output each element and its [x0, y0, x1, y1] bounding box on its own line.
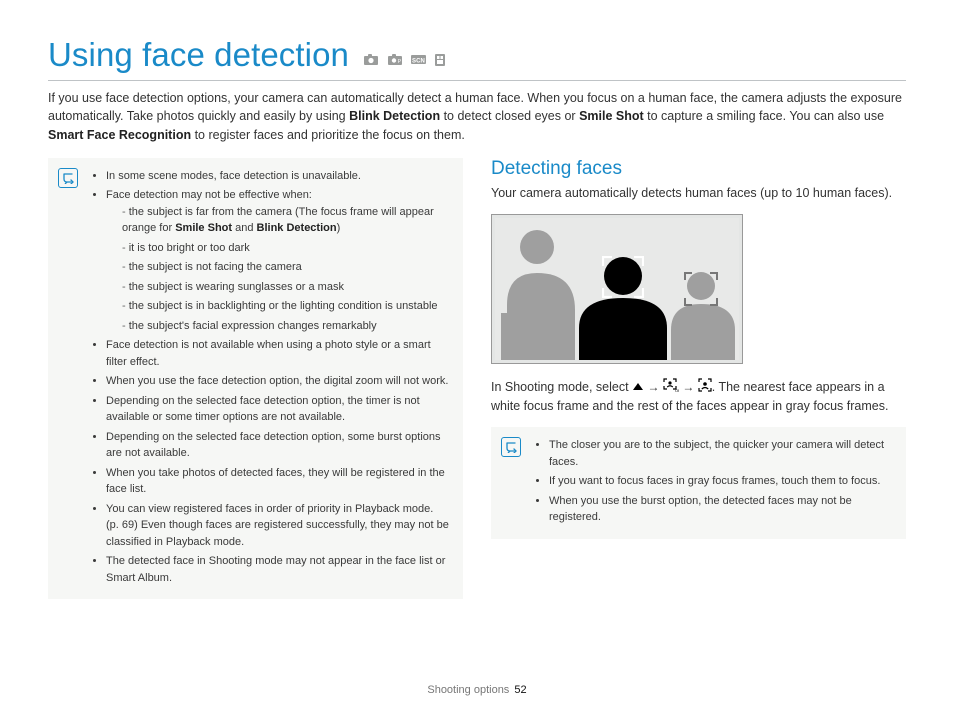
focus-frame-white: [602, 256, 644, 298]
sub-item: the subject is far from the camera (The …: [122, 204, 449, 237]
section-heading: Detecting faces: [491, 158, 906, 180]
note-item: In some scene modes, face detection is u…: [106, 168, 449, 185]
note-item: Face detection is not available when usi…: [106, 337, 449, 370]
intro-bold-1: Blink Detection: [349, 109, 440, 123]
example-photo: [491, 214, 743, 364]
note-item: When you use the burst option, the detec…: [549, 493, 892, 526]
sub-item: the subject is in backlighting or the li…: [122, 298, 449, 315]
instruction-paragraph: In Shooting mode, select → OFF → . The n…: [491, 378, 906, 415]
silhouette-person-left: [501, 225, 581, 360]
note-icon: [501, 437, 521, 457]
note-item: If you want to focus faces in gray focus…: [549, 473, 892, 490]
notes-box-large: In some scene modes, face detection is u…: [48, 158, 463, 600]
intro-text-3: to capture a smiling face. You can also …: [644, 109, 884, 123]
title-text: Using face detection: [48, 36, 349, 73]
sub-item: the subject is wearing sunglasses or a m…: [122, 279, 449, 296]
note-item: Depending on the selected face detection…: [106, 429, 449, 462]
footer-page-number: 52: [514, 684, 526, 696]
notes-box-small: The closer you are to the subject, the q…: [491, 427, 906, 539]
photo-inner: [495, 218, 739, 360]
footer-section: Shooting options: [427, 684, 509, 696]
focus-frame-gray-right: [684, 272, 718, 306]
camera-program-icon: P: [388, 54, 402, 65]
arrow-icon: →: [682, 380, 697, 394]
arrow-icon: →: [648, 380, 663, 394]
svg-text:OFF: OFF: [675, 388, 679, 392]
note-item: When you take photos of detected faces, …: [106, 465, 449, 498]
left-column: In some scene modes, face detection is u…: [48, 158, 463, 600]
section-intro: Your camera automatically detects human …: [491, 184, 906, 202]
face-detect-off-icon: OFF: [663, 378, 679, 397]
page-title: Using face detection P SCN: [48, 36, 906, 76]
note-item: The closer you are to the subject, the q…: [549, 437, 892, 470]
intro-text-4: to register faces and prioritize the foc…: [191, 128, 465, 142]
sub-item: it is too bright or too dark: [122, 240, 449, 257]
mode-icons-group: P SCN: [364, 38, 445, 76]
notes-list-small: The closer you are to the subject, the q…: [533, 437, 892, 526]
page-footer: Shooting options 52: [0, 684, 954, 696]
note-sublist: the subject is far from the camera (The …: [106, 204, 449, 335]
sub-item: the subject is not facing the camera: [122, 259, 449, 276]
note-item: You can view registered faces in order o…: [106, 501, 449, 551]
intro-text-2: to detect closed eyes or: [440, 109, 579, 123]
intro-bold-3: Smart Face Recognition: [48, 128, 191, 142]
note-item: The detected face in Shooting mode may n…: [106, 553, 449, 586]
intro-bold-2: Smile Shot: [579, 109, 644, 123]
dual-mode-icon: [435, 54, 445, 66]
instruction-pre: In Shooting mode, select: [491, 380, 632, 394]
notes-list: In some scene modes, face detection is u…: [90, 168, 449, 587]
note-item: Face detection may not be effective when…: [106, 187, 449, 334]
menu-up-icon: [632, 378, 644, 396]
scene-mode-icon: SCN: [411, 54, 426, 65]
note-icon: [58, 168, 78, 188]
svg-text:P: P: [397, 59, 401, 65]
face-detect-normal-icon: [698, 378, 712, 397]
note-item: When you use the face detection option, …: [106, 373, 449, 390]
note-item: Depending on the selected face detection…: [106, 393, 449, 426]
svg-text:SCN: SCN: [412, 59, 425, 65]
intro-paragraph: If you use face detection options, your …: [48, 89, 906, 143]
sub-item: the subject's facial expression changes …: [122, 318, 449, 335]
camera-auto-icon: [364, 54, 378, 65]
right-column: Detecting faces Your camera automaticall…: [491, 158, 906, 600]
title-rule: [48, 80, 906, 81]
